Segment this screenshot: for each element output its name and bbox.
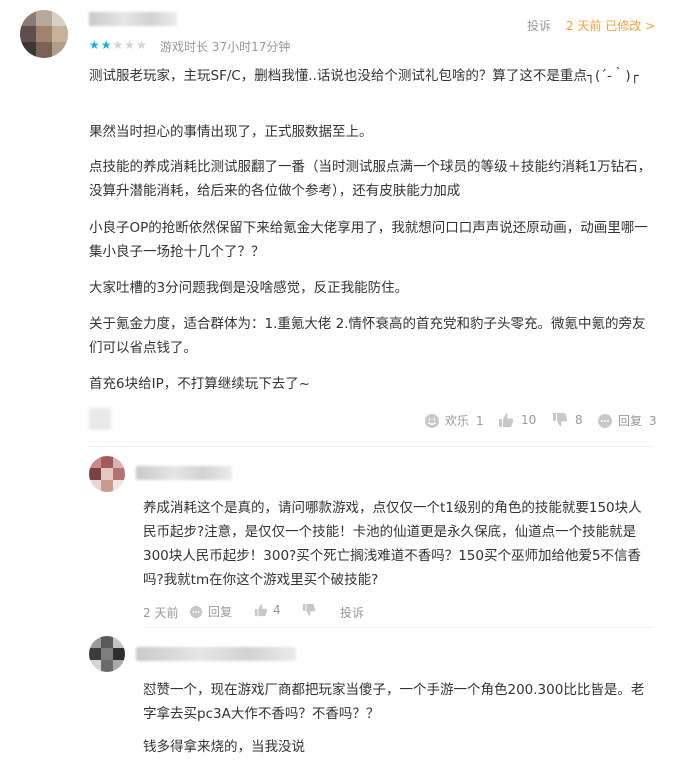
avatar-pixel bbox=[20, 42, 36, 58]
thumbs-up-icon bbox=[254, 604, 268, 617]
avatar-pixel bbox=[89, 660, 101, 672]
review-paragraph: 果然当时担心的事情出现了，正式服数据至上。 bbox=[89, 124, 373, 140]
reply-author-blurred[interactable] bbox=[136, 647, 296, 661]
like-count: 10 bbox=[521, 413, 537, 427]
reply-time: 2 天前 bbox=[143, 606, 179, 620]
avatar-pixel bbox=[52, 10, 68, 26]
happy-count: 1 bbox=[476, 413, 484, 428]
avatar-pixel bbox=[20, 10, 36, 26]
avatar-pixel bbox=[89, 480, 101, 492]
reply-text: 养成消耗这个是真的，请问哪款游戏，点仅仅一个t1级别的角色的技能就要150块人民… bbox=[143, 500, 642, 588]
avatar-pixel bbox=[36, 26, 52, 42]
reply-paragraph: 钱多得拿来烧的，当我没说 bbox=[143, 739, 305, 755]
avatar-pixel bbox=[113, 636, 125, 648]
avatar-pixel bbox=[113, 660, 125, 672]
reviewer-name-blurred[interactable] bbox=[89, 12, 177, 26]
review-paragraph: 首充6块给IP，不打算继续玩下去了~ bbox=[89, 376, 311, 392]
review-paragraph: 大家吐槽的3分问题我倒是没啥感觉，反正我能防住。 bbox=[89, 280, 409, 296]
reply-count: 3 bbox=[649, 413, 657, 428]
avatar-pixel bbox=[52, 26, 68, 42]
review-paragraph: 小良子OP的抢断依然保留下来给氪金大佬享用了，我就想问口口声声说还原动画，动画里… bbox=[89, 220, 648, 260]
avatar-pixel bbox=[113, 648, 125, 660]
thumbs-down-icon bbox=[302, 603, 316, 616]
star-icon-empty: ★ bbox=[112, 38, 125, 52]
reply-avatar[interactable] bbox=[89, 636, 125, 672]
reply-like-button[interactable]: 4 bbox=[254, 603, 281, 617]
smile-icon bbox=[425, 413, 439, 428]
comment-icon bbox=[598, 413, 612, 428]
divider bbox=[143, 627, 653, 628]
review-paragraph: 关于氪金力度，适合群体为：1.重氪大佬 2.情怀衰高的首充党和豹子头零充。微氪中… bbox=[89, 316, 646, 356]
thumbs-down-icon bbox=[553, 413, 568, 427]
avatar-pixel bbox=[101, 648, 113, 660]
avatar-pixel bbox=[36, 10, 52, 26]
reply-like-count: 4 bbox=[273, 603, 281, 617]
star-icon-filled: ★ bbox=[89, 38, 101, 52]
playtime-label: 游戏时长 37小时17分钟 bbox=[160, 40, 291, 54]
avatar-pixel bbox=[113, 468, 125, 480]
reply-report-link[interactable]: 投诉 bbox=[340, 604, 364, 621]
like-button[interactable]: 10 bbox=[498, 412, 536, 428]
avatar-pixel bbox=[101, 660, 113, 672]
avatar-pixel bbox=[36, 42, 52, 58]
thumbs-up-icon bbox=[499, 413, 514, 427]
reply-label: 回复 bbox=[618, 414, 643, 428]
reviewer-avatar[interactable] bbox=[20, 10, 68, 58]
divider bbox=[89, 446, 654, 447]
reply-reply-button[interactable]: 回复 bbox=[189, 603, 232, 620]
dislike-count: 8 bbox=[575, 413, 583, 427]
avatar-pixel bbox=[101, 636, 113, 648]
avatar-pixel bbox=[89, 468, 101, 480]
reply-dislike-button[interactable] bbox=[302, 603, 316, 617]
star-icon-empty: ★ bbox=[124, 38, 137, 52]
report-link[interactable]: 投诉 bbox=[527, 17, 551, 34]
avatar-pixel bbox=[101, 456, 113, 468]
reply-author-blurred[interactable] bbox=[136, 466, 232, 480]
review-paragraph: 点技能的养成消耗比测试服翻了一番（当时测试服点满一个球员的等级＋技能约消耗1万钻… bbox=[89, 159, 652, 199]
avatar-pixel bbox=[113, 456, 125, 468]
avatar-pixel bbox=[20, 26, 36, 42]
dislike-button[interactable]: 8 bbox=[552, 412, 583, 428]
avatar-pixel bbox=[113, 480, 125, 492]
avatar-pixel bbox=[52, 42, 68, 58]
reply-button[interactable]: 回复 3 bbox=[597, 412, 657, 429]
happy-label: 欢乐 bbox=[445, 414, 470, 428]
avatar-pixel bbox=[89, 648, 101, 660]
avatar-pixel bbox=[89, 636, 101, 648]
comment-icon bbox=[189, 605, 203, 618]
rating-stars: ★★★★★ bbox=[89, 38, 148, 52]
reply-paragraph: 怼赞一个，现在游戏厂商都把玩家当傻子，一个手游一个角色200.300比比皆是。老… bbox=[143, 682, 645, 722]
star-icon-empty: ★ bbox=[136, 38, 148, 52]
happy-button[interactable]: 欢乐 1 bbox=[424, 412, 484, 429]
reply-reply-label: 回复 bbox=[208, 605, 233, 619]
avatar-pixel bbox=[89, 456, 101, 468]
review-paragraph: 测试服老玩家，主玩SF/C，删档我懂..话说也没给个测试礼包啥的？算了这不是重点… bbox=[89, 68, 639, 84]
blurred-extra-text bbox=[89, 408, 111, 430]
star-icon-filled: ★ bbox=[100, 38, 113, 52]
reply-avatar[interactable] bbox=[89, 456, 125, 492]
avatar-pixel bbox=[101, 468, 113, 480]
review-time-edited[interactable]: 2 天前 已修改 > bbox=[566, 17, 655, 34]
avatar-pixel bbox=[101, 480, 113, 492]
